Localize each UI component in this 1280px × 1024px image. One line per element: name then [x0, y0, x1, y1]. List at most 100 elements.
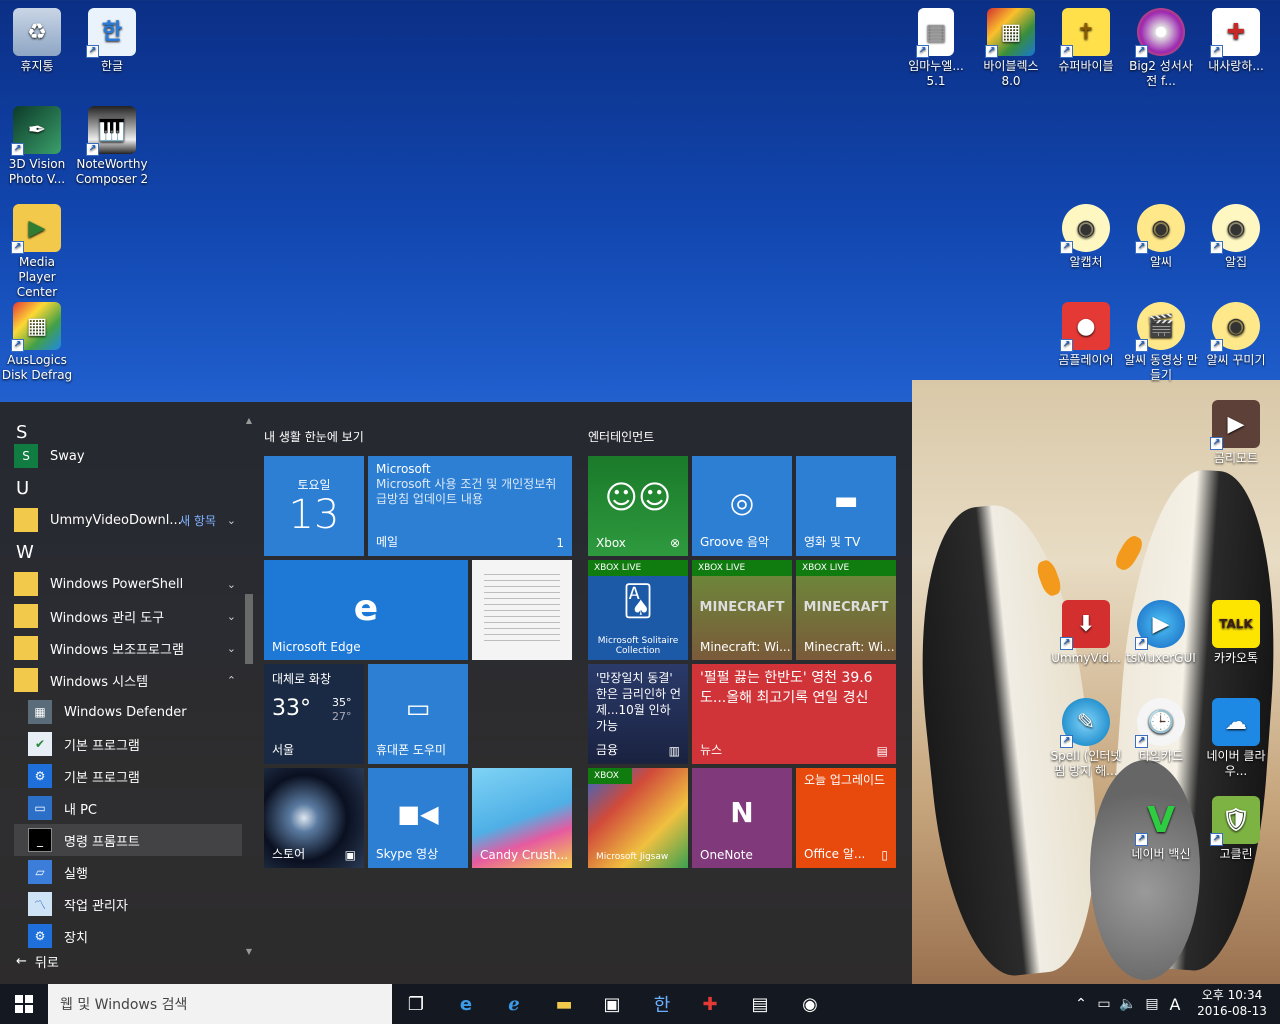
tile-jigsaw[interactable]: XBOX Microsoft Jigsaw — [588, 768, 688, 868]
document-icon: ▤ ↗ — [916, 8, 954, 58]
desktop-icon-goclean[interactable]: 🛡 ↗ 고클린 — [1199, 796, 1273, 862]
desktop-icon-alcapture[interactable]: ◉ ↗ 알캡처 — [1049, 204, 1123, 270]
chevron-up-icon[interactable]: ⌃ — [1070, 996, 1092, 1012]
desktop-icon-alsee[interactable]: ◉ ↗ 알씨 — [1124, 204, 1198, 270]
desktop-icon-superbible[interactable]: ✝ ↗ 슈퍼바이블 — [1049, 8, 1123, 74]
tile-groove[interactable]: ◎ Groove 음악 — [692, 456, 792, 556]
edge-icon[interactable]: e — [452, 990, 480, 1018]
app-task-manager[interactable]: 〽 작업 관리자 — [14, 888, 242, 920]
app-sway[interactable]: S Sway — [14, 440, 242, 472]
desktop-icon-naver-vaccine[interactable]: V ↗ 네이버 백신 — [1124, 796, 1198, 862]
document-taskbar-icon[interactable]: ▤ — [746, 990, 774, 1018]
app-devices[interactable]: ⚙ 장치 — [14, 920, 242, 952]
desktop-icon-immanuel[interactable]: ▤ ↗ 임마누엘... 5.1 — [899, 8, 973, 89]
task-view-icon[interactable]: ❐ — [402, 990, 430, 1018]
app-admin-tools[interactable]: Windows 관리 도구 ⌄ — [14, 600, 242, 632]
tile-store[interactable]: 스토어 ▣ — [264, 768, 364, 868]
app-default-programs-2[interactable]: ⚙ 기본 프로그램 — [14, 760, 242, 792]
tile-minecraft-1[interactable]: XBOX LIVE MINECRAFT Minecraft: Wi... — [692, 560, 792, 660]
desktop-icon-biblex[interactable]: ▦ ↗ 바이블렉스 8.0 — [974, 8, 1048, 89]
app-powershell[interactable]: Windows PowerShell ⌄ — [14, 568, 242, 600]
app-this-pc[interactable]: ▭ 내 PC — [14, 792, 242, 824]
chevron-down-icon: ⌄ — [226, 609, 236, 623]
file-explorer-icon[interactable]: ▬ — [550, 990, 578, 1018]
app-list-scrollbar[interactable]: ▲ ▼ — [244, 416, 254, 956]
chevron-down-icon: ⌄ — [226, 577, 236, 591]
desktop-icon-media-player[interactable]: ▶ ↗ Media Player Center — [0, 204, 74, 300]
internet-explorer-icon[interactable]: ℯ — [500, 990, 528, 1018]
desktop-icon-spell[interactable]: ✎ ↗ Spell (인터넷 펌 방지 해... — [1049, 698, 1123, 779]
tile-document-thumbnail[interactable] — [472, 560, 572, 660]
tile-skype-video[interactable]: ■◀ Skype 영상 — [368, 768, 468, 868]
tile-solitaire[interactable]: XBOX LIVE 🂡 Microsoft Solitaire Collecti… — [588, 560, 688, 660]
tile-label: 스토어 — [272, 847, 306, 861]
volume-icon[interactable]: 🔈 — [1116, 996, 1140, 1012]
action-center-icon[interactable]: ▤ — [1140, 996, 1164, 1012]
app-command-prompt[interactable]: _ 명령 프롬프트 — [14, 824, 242, 856]
tile-candy-crush[interactable]: Candy Crush... — [472, 768, 572, 868]
ime-indicator[interactable]: A — [1164, 995, 1186, 1014]
desktop-icon-hangul[interactable]: 한 ↗ 한글 — [75, 8, 149, 74]
tile-movies-tv[interactable]: ▬ 영화 및 TV — [796, 456, 896, 556]
tile-mail[interactable]: Microsoft Microsoft 사용 조건 및 개인정보취급방침 업데이… — [368, 456, 572, 556]
desktop-icon-defrag[interactable]: ▦ ↗ AusLogics Disk Defrag — [0, 302, 74, 383]
app-defender[interactable]: ▦ Windows Defender — [14, 696, 242, 728]
letter-header-w[interactable]: W — [16, 542, 34, 563]
tile-finance[interactable]: '만장일치 동결' 한은 금리인하 언제...10월 인하 가능 금융 ▥ — [588, 664, 688, 764]
desktop-icon-recycle-bin[interactable]: ♻ 휴지통 — [0, 8, 74, 74]
desktop-icon-tsmuxer[interactable]: ▶ ↗ tsMuxerGUI — [1124, 600, 1198, 666]
clock-date: 2016-08-13 — [1197, 1004, 1267, 1018]
media-player-icon: ▶ ↗ — [11, 204, 61, 254]
app-ummy[interactable]: UmmyVideoDownl... 새 항목 ⌄ — [14, 504, 242, 536]
clock[interactable]: 오후 10:34 2016-08-13 — [1192, 987, 1272, 1019]
start-button[interactable] — [0, 984, 48, 1024]
tile-office[interactable]: 오늘 업그레이드 Office 알... ▯ — [796, 768, 896, 868]
desktop-icon-bible-book[interactable]: ✚ ↗ 내사랑하... — [1199, 8, 1273, 74]
alsee-video-icon: 🎬 ↗ — [1135, 302, 1185, 352]
group-title-life[interactable]: 내 생활 한눈에 보기 — [264, 428, 364, 445]
tile-phone-companion[interactable]: ▭ 휴대폰 도우미 — [368, 664, 468, 764]
app-accessories[interactable]: Windows 보조프로그램 ⌄ — [14, 632, 242, 664]
alcapture-taskbar-icon[interactable]: ◉ — [796, 990, 824, 1018]
tile-label: 뉴스 — [700, 743, 723, 757]
app-default-programs-1[interactable]: ✔ 기본 프로그램 — [14, 728, 242, 760]
bible-taskbar-icon[interactable]: ✚ — [696, 990, 724, 1018]
search-box[interactable]: 웹 및 Windows 검색 — [48, 984, 392, 1024]
app-label: 실행 — [64, 866, 88, 882]
desktop-icon-big2[interactable]: ↗ Big2 성서사전 f... — [1124, 8, 1198, 89]
back-button[interactable]: ← 뒤로 — [16, 952, 59, 971]
desktop-icon-noteworthy[interactable]: 🎹 ↗ NoteWorthy Composer 2 — [75, 106, 149, 187]
tile-news[interactable]: '펄펄 끓는 한반도' 영천 39.6도...올해 최고기록 연일 경신 뉴스 … — [692, 664, 896, 764]
tile-calendar[interactable]: 토요일 13 — [264, 456, 364, 556]
desktop-icon-kakaotalk[interactable]: TALK 카카오톡 — [1199, 600, 1273, 666]
hangul-taskbar-icon[interactable]: 한 — [648, 990, 676, 1018]
scroll-up-icon[interactable]: ▲ — [244, 416, 254, 425]
desktop-icon-ummy[interactable]: ⬇ ↗ UmmyVid... — [1049, 600, 1123, 666]
tile-xbox[interactable]: ☺☺ Xbox ⊗ — [588, 456, 688, 556]
store-icon[interactable]: ▣ — [598, 990, 626, 1018]
desktop-icon-gomremote[interactable]: ▶ ↗ 곰리모트 — [1199, 400, 1273, 466]
desktop-icon-label: 카카오톡 — [1213, 651, 1259, 665]
scroll-down-icon[interactable]: ▼ — [244, 947, 254, 956]
alcapture-icon: ◉ ↗ — [1060, 204, 1110, 254]
group-title-entertainment[interactable]: 엔터테인먼트 — [588, 428, 654, 445]
tile-edge[interactable]: e Microsoft Edge — [264, 560, 468, 660]
desktop-icon-gomplayer[interactable]: ● ↗ 곰플레이어 — [1049, 302, 1123, 368]
desktop-icon-3d-vision[interactable]: ✒ ↗ 3D Vision Photo V... — [0, 106, 74, 187]
desktop-icon-naver-cloud[interactable]: ☁ 네이버 클라우... — [1199, 698, 1273, 779]
network-icon[interactable]: ▭ — [1092, 996, 1116, 1012]
desktop-icon-alsee-deco[interactable]: ◉ ↗ 알씨 꾸미기 — [1199, 302, 1273, 368]
scrollbar-thumb[interactable] — [245, 594, 253, 664]
letter-header-u[interactable]: U — [16, 478, 29, 499]
desktop-icon-alsee-video[interactable]: 🎬 ↗ 알씨 동영상 만들기 — [1124, 302, 1198, 383]
app-run[interactable]: ▱ 실행 — [14, 856, 242, 888]
desktop-icon-timecard[interactable]: 🕒 ↗ 타임카드 — [1124, 698, 1198, 764]
tile-weather[interactable]: 대체로 화창 33° 35° 27° 서울 — [264, 664, 364, 764]
tile-minecraft-2[interactable]: XBOX LIVE MINECRAFT Minecraft: Wi... — [796, 560, 896, 660]
app-windows-system[interactable]: Windows 시스템 ⌃ — [14, 664, 242, 696]
playing-cards-icon: 🂡 — [622, 584, 654, 619]
desktop-icon-alzip[interactable]: ◉ ↗ 알집 — [1199, 204, 1273, 270]
tile-onenote[interactable]: N OneNote — [692, 768, 792, 868]
taskbar: 웹 및 Windows 검색 ❐ e ℯ ▬ ▣ 한 ✚ ▤ ◉ ⌃ ▭ 🔈 ▤… — [0, 984, 1280, 1024]
desktop-icon-label: 내사랑하... — [1208, 59, 1264, 73]
